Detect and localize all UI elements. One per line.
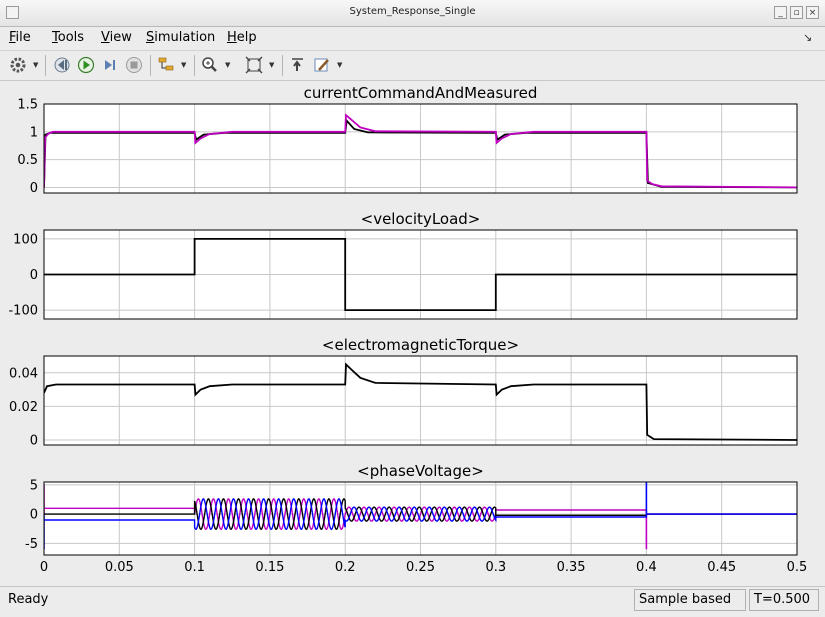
fit-to-view-icon[interactable] [243,55,265,75]
gear-icon[interactable] [7,55,29,75]
y-tick-label: 1 [30,125,38,140]
x-tick-label: 0.25 [406,560,435,575]
dock-arrow-icon[interactable]: ↘ [803,31,812,44]
y-tick-label: -5 [25,537,38,552]
axes-title: <phaseVoltage> [357,462,484,480]
toolbar-separator [282,55,283,76]
y-tick-label: 1.5 [17,98,38,113]
gear-dropdown-icon[interactable]: ▼ [33,61,38,69]
run-icon[interactable] [75,55,97,75]
y-tick-label: 100 [13,232,38,247]
x-tick-label: 0.5 [787,560,808,575]
status-text: Ready [8,592,49,607]
menu-tools[interactable]: Tools [52,30,84,45]
highlight-icon[interactable] [287,55,309,75]
signal-select-icon[interactable] [155,55,177,75]
minimize-button[interactable]: _ [774,6,787,19]
axes-title: <velocityLoad> [361,210,481,228]
x-tick-label: 0.45 [707,560,736,575]
y-tick-label: 5 [30,478,38,493]
sample-mode-indicator: Sample based [634,589,746,611]
y-tick-label: 0 [30,268,38,283]
maximize-button[interactable]: ▫ [790,6,803,19]
y-tick-label: 0.5 [17,153,38,168]
toolbar: ▼ ▼ ▼ ▼ ▼ [0,50,825,81]
x-tick-label: 0.05 [105,560,134,575]
step-back-icon[interactable] [51,55,73,75]
scope-plots[interactable]: 0 0.5 1 1.5 currentCommandAndMeasured -100 0 10… [0,80,825,585]
style-icon[interactable] [311,55,333,75]
toolbar-separator [194,55,195,76]
x-tick-label: 0.35 [557,560,586,575]
x-tick-label: 0.2 [335,560,356,575]
menu-bar: File Tools View Simulation Help [0,27,825,49]
window-title-bar: System_Response_Single _ ▫ × [0,0,825,27]
x-tick-label: 0.3 [485,560,506,575]
y-tick-label: 0.02 [9,400,38,415]
y-tick-label: -100 [8,304,38,319]
close-button[interactable]: × [806,6,819,19]
axes-title: currentCommandAndMeasured [304,84,538,102]
x-tick-label: 0.1 [184,560,205,575]
status-bar: Ready Sample based T=0.500 [0,586,825,617]
menu-file[interactable]: File [9,30,31,45]
toolbar-separator [45,55,46,76]
simulation-time: T=0.500 [749,589,819,611]
toolbar-separator [150,55,151,76]
axes-title: <electromagneticTorque> [322,336,519,354]
y-tick-label: 0 [30,181,38,196]
zoom-icon[interactable] [199,55,221,75]
stop-icon[interactable] [123,55,145,75]
fit-to-view-dropdown-icon[interactable]: ▼ [269,61,274,69]
window-title: System_Response_Single [349,6,476,17]
scope-plot-area[interactable]: 0 0.5 1 1.5 currentCommandAndMeasured -100 0 10… [0,80,825,585]
menu-help[interactable]: Help [227,30,257,45]
x-tick-label: 0.15 [255,560,284,575]
x-tick-label: 0 [40,560,48,575]
y-tick-label: 0.04 [9,366,38,381]
style-dropdown-icon[interactable]: ▼ [337,61,342,69]
signal-select-dropdown-icon[interactable]: ▼ [181,61,186,69]
x-tick-label: 0.4 [636,560,657,575]
y-tick-label: 0 [30,508,38,523]
zoom-dropdown-icon[interactable]: ▼ [225,61,230,69]
step-forward-icon[interactable] [99,55,121,75]
menu-simulation[interactable]: Simulation [146,30,215,45]
menu-view[interactable]: View [101,30,132,45]
y-tick-label: 0 [30,433,38,448]
